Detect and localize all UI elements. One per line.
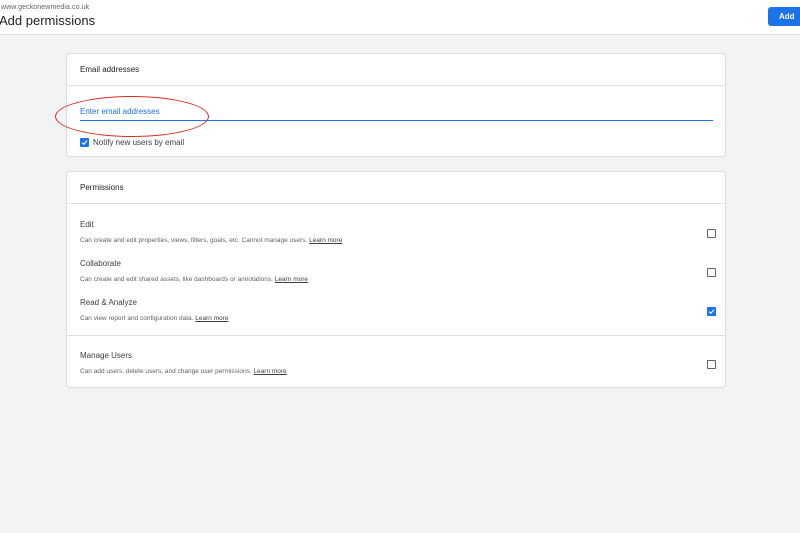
permission-title: Manage Users bbox=[80, 351, 133, 360]
top-bar: www.geckonewmedia.co.uk Add permissions … bbox=[0, 0, 800, 35]
email-input[interactable] bbox=[80, 103, 713, 121]
permission-title: Read & Analyze bbox=[80, 298, 137, 307]
read-analyze-checkbox[interactable] bbox=[707, 307, 716, 316]
learn-more-link[interactable]: Learn more bbox=[253, 368, 286, 375]
permission-description-text: Can view report and configuration data. bbox=[80, 315, 194, 322]
permission-description: Can create and edit properties, views, f… bbox=[80, 237, 713, 244]
learn-more-link[interactable]: Learn more bbox=[195, 315, 228, 322]
edit-checkbox[interactable] bbox=[707, 229, 716, 238]
permission-title: Edit bbox=[80, 220, 94, 229]
permission-description-text: Can add users, delete users, and change … bbox=[80, 368, 252, 375]
permission-title: Collaborate bbox=[80, 259, 121, 268]
permissions-card-heading: Permissions bbox=[67, 172, 725, 204]
permission-description: Can add users, delete users, and change … bbox=[80, 368, 713, 375]
notify-checkbox[interactable] bbox=[80, 137, 89, 147]
permission-row-edit: Edit Can create and edit properties, vie… bbox=[80, 220, 716, 244]
notify-label: Notify new users by email bbox=[93, 137, 185, 147]
permission-row-manage-users: Manage Users Can add users, delete users… bbox=[80, 351, 716, 375]
permission-row-read-analyze: Read & Analyze Can view report and confi… bbox=[80, 298, 716, 322]
permissions-card: Permissions Edit Can create and edit pro… bbox=[66, 171, 726, 388]
learn-more-link[interactable]: Learn more bbox=[275, 276, 308, 283]
page-title: Add permissions bbox=[0, 13, 96, 28]
learn-more-link[interactable]: Learn more bbox=[309, 237, 342, 244]
collaborate-checkbox[interactable] bbox=[707, 268, 716, 277]
account-url: www.geckonewmedia.co.uk bbox=[1, 4, 90, 11]
notify-row[interactable]: Notify new users by email bbox=[80, 137, 184, 147]
permission-description: Can create and edit shared assets, like … bbox=[80, 276, 713, 283]
permission-row-collaborate: Collaborate Can create and edit shared a… bbox=[80, 259, 716, 283]
email-card: Email addresses Notify new users by emai… bbox=[66, 53, 726, 157]
add-button[interactable]: Add bbox=[768, 7, 800, 26]
permission-description-text: Can create and edit shared assets, like … bbox=[80, 276, 273, 283]
permission-description-text: Can create and edit properties, views, f… bbox=[80, 237, 308, 244]
manage-users-checkbox[interactable] bbox=[707, 360, 716, 369]
checkmark-icon bbox=[81, 139, 88, 145]
checkmark-icon bbox=[708, 309, 715, 315]
permission-description: Can view report and configuration data. … bbox=[80, 315, 713, 322]
section-divider bbox=[67, 335, 725, 336]
email-card-heading: Email addresses bbox=[67, 54, 725, 86]
